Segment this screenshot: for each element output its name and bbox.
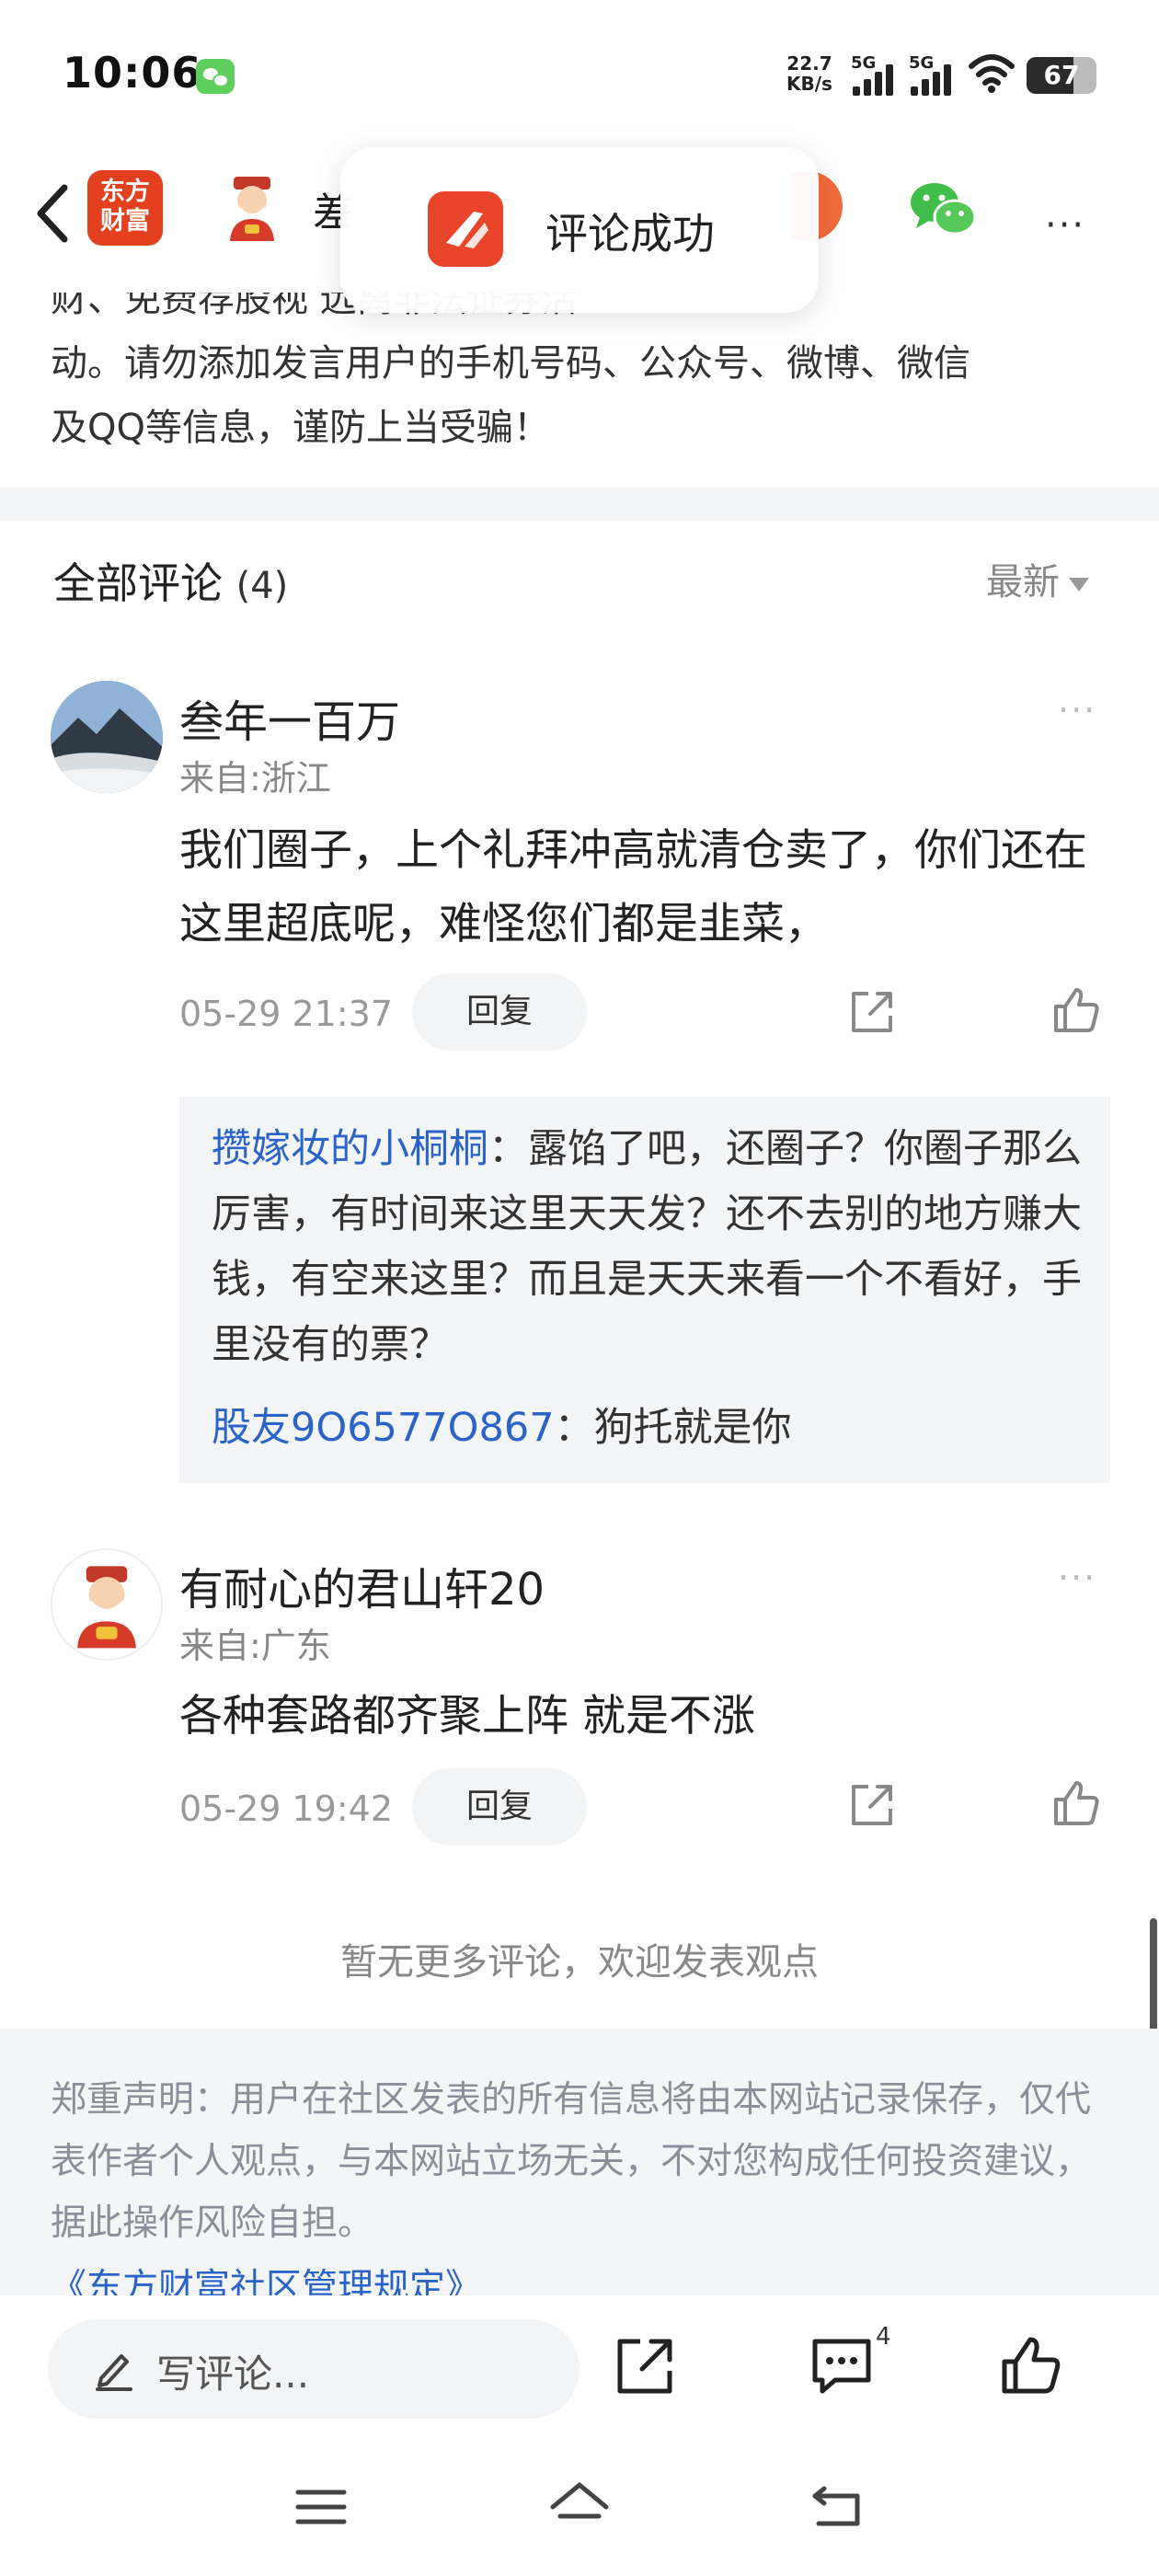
pencil-icon: [96, 2354, 132, 2391]
avatar[interactable]: [51, 681, 163, 793]
network-speed: 22.7 KB/s: [786, 53, 832, 94]
share-icon[interactable]: [846, 986, 898, 1038]
signal-label: 5G: [851, 53, 877, 73]
comment-location: 来自:浙江: [179, 758, 331, 799]
like-icon[interactable]: [1050, 984, 1102, 1036]
home-icon[interactable]: [547, 2479, 612, 2535]
comment-count-badge: 4: [876, 2323, 891, 2351]
menu-icon[interactable]: [289, 2479, 353, 2535]
like-icon[interactable]: [999, 2334, 1063, 2398]
reply-item[interactable]: 攒嫁妆的小桐桐：露馅了吧，还圈子？你圈子那么厉害，有时间来这里天天发？还不去别的…: [212, 1117, 1085, 1378]
author-avatar-icon[interactable]: [221, 175, 283, 241]
comment-location: 来自:广东: [179, 1626, 331, 1666]
sort-dropdown[interactable]: 最新: [986, 552, 1089, 605]
network-speed-unit: KB/s: [786, 73, 832, 95]
comment-username[interactable]: 有耐心的君山轩20: [179, 1553, 545, 1617]
reply-username[interactable]: 股友9O6577O867: [212, 1405, 555, 1451]
comment-text: 各种套路都齐聚上阵 就是不涨: [179, 1691, 755, 1742]
reply-button[interactable]: 回复: [412, 973, 587, 1051]
reply-thread: 攒嫁妆的小桐桐：露馅了吧，还圈子？你圈子那么厉害，有时间来这里天天发？还不去别的…: [179, 1097, 1110, 1483]
status-bar: 10:06 22.7 KB/s 5G 5G 67: [0, 0, 1159, 156]
battery-level: 67: [1043, 60, 1080, 90]
comment-time: 05-29 21:37: [179, 994, 394, 1034]
status-time: 10:06: [63, 48, 202, 98]
fortune-god-avatar-icon: [77, 1566, 136, 1649]
comments-title: 全部评论: [53, 558, 223, 608]
avatar[interactable]: [51, 1548, 163, 1661]
wechat-share-icon[interactable]: [909, 180, 979, 239]
system-nav-bar: [0, 2443, 1159, 2576]
write-comment-input[interactable]: 写评论...: [48, 2319, 580, 2419]
comment-username[interactable]: 叁年一百万: [179, 685, 400, 750]
reply-item[interactable]: 股友9O6577O867：狗托就是你: [212, 1396, 1085, 1461]
community-rules-link[interactable]: 《东方财富社区管理规定》: [51, 2259, 481, 2295]
sort-label: 最新: [986, 561, 1060, 604]
comment-icon[interactable]: [809, 2334, 874, 2398]
network-speed-value: 22.7: [786, 52, 832, 75]
reply-button[interactable]: 回复: [412, 1768, 587, 1846]
share-icon[interactable]: [846, 1779, 898, 1831]
reply-username[interactable]: 攒嫁妆的小桐桐: [212, 1126, 488, 1172]
logo-line: 财富: [100, 207, 150, 236]
logo-line: 东方: [100, 178, 150, 206]
signal-label: 5G: [909, 53, 935, 73]
comment-more-icon[interactable]: ···: [1058, 1558, 1096, 1598]
bottom-action-bar: 写评论... 4: [0, 2295, 1159, 2443]
more-options-icon[interactable]: ···: [1045, 204, 1085, 247]
signal-icon: 5G: [851, 53, 902, 96]
disclaimer: 郑重声明：用户在社区发表的所有信息将由本网站记录保存，仅代表作者个人观点，与本网…: [0, 2029, 1159, 2295]
caret-down-icon: [1069, 577, 1089, 592]
toast: 评论成功: [340, 147, 819, 313]
disclaimer-text: 郑重声明：用户在社区发表的所有信息将由本网站记录保存，仅代表作者个人观点，与本网…: [51, 2079, 1092, 2244]
reply-text: ：狗托就是你: [554, 1405, 792, 1451]
comment-text: 我们圈子，上个礼拜冲高就清仓卖了，你们还在这里超底呢，难怪您们都是韭菜，: [179, 825, 1087, 949]
like-icon[interactable]: [1050, 1777, 1102, 1829]
signal-icon: 5G: [909, 53, 960, 96]
wifi-icon: [969, 54, 1015, 93]
comments-header: 全部评论 (4): [53, 550, 288, 611]
toast-message: 评论成功: [545, 209, 715, 259]
wechat-notification-icon: [196, 59, 235, 94]
notice-line: 动。请勿添加发言用户的手机号码、公众号、微博、微信: [51, 342, 970, 385]
section-divider: [0, 488, 1159, 521]
comment-time: 05-29 19:42: [179, 1788, 394, 1829]
back-icon[interactable]: [28, 177, 79, 250]
back-nav-icon[interactable]: [806, 2479, 870, 2535]
comments-count: (4): [235, 565, 289, 607]
app-icon: [428, 191, 503, 267]
share-icon[interactable]: [613, 2334, 677, 2398]
comment-more-icon[interactable]: ···: [1058, 690, 1096, 730]
write-comment-placeholder: 写评论...: [156, 2352, 310, 2397]
battery-icon: 67: [1027, 57, 1096, 94]
eastmoney-logo[interactable]: 东方 财富: [87, 170, 163, 246]
mountain-avatar-icon: [51, 681, 163, 793]
notice-line: 及QQ等信息，谨防上当受骗！: [51, 407, 550, 449]
no-more-comments: 暂无更多评论，欢迎发表观点: [340, 1941, 819, 1984]
